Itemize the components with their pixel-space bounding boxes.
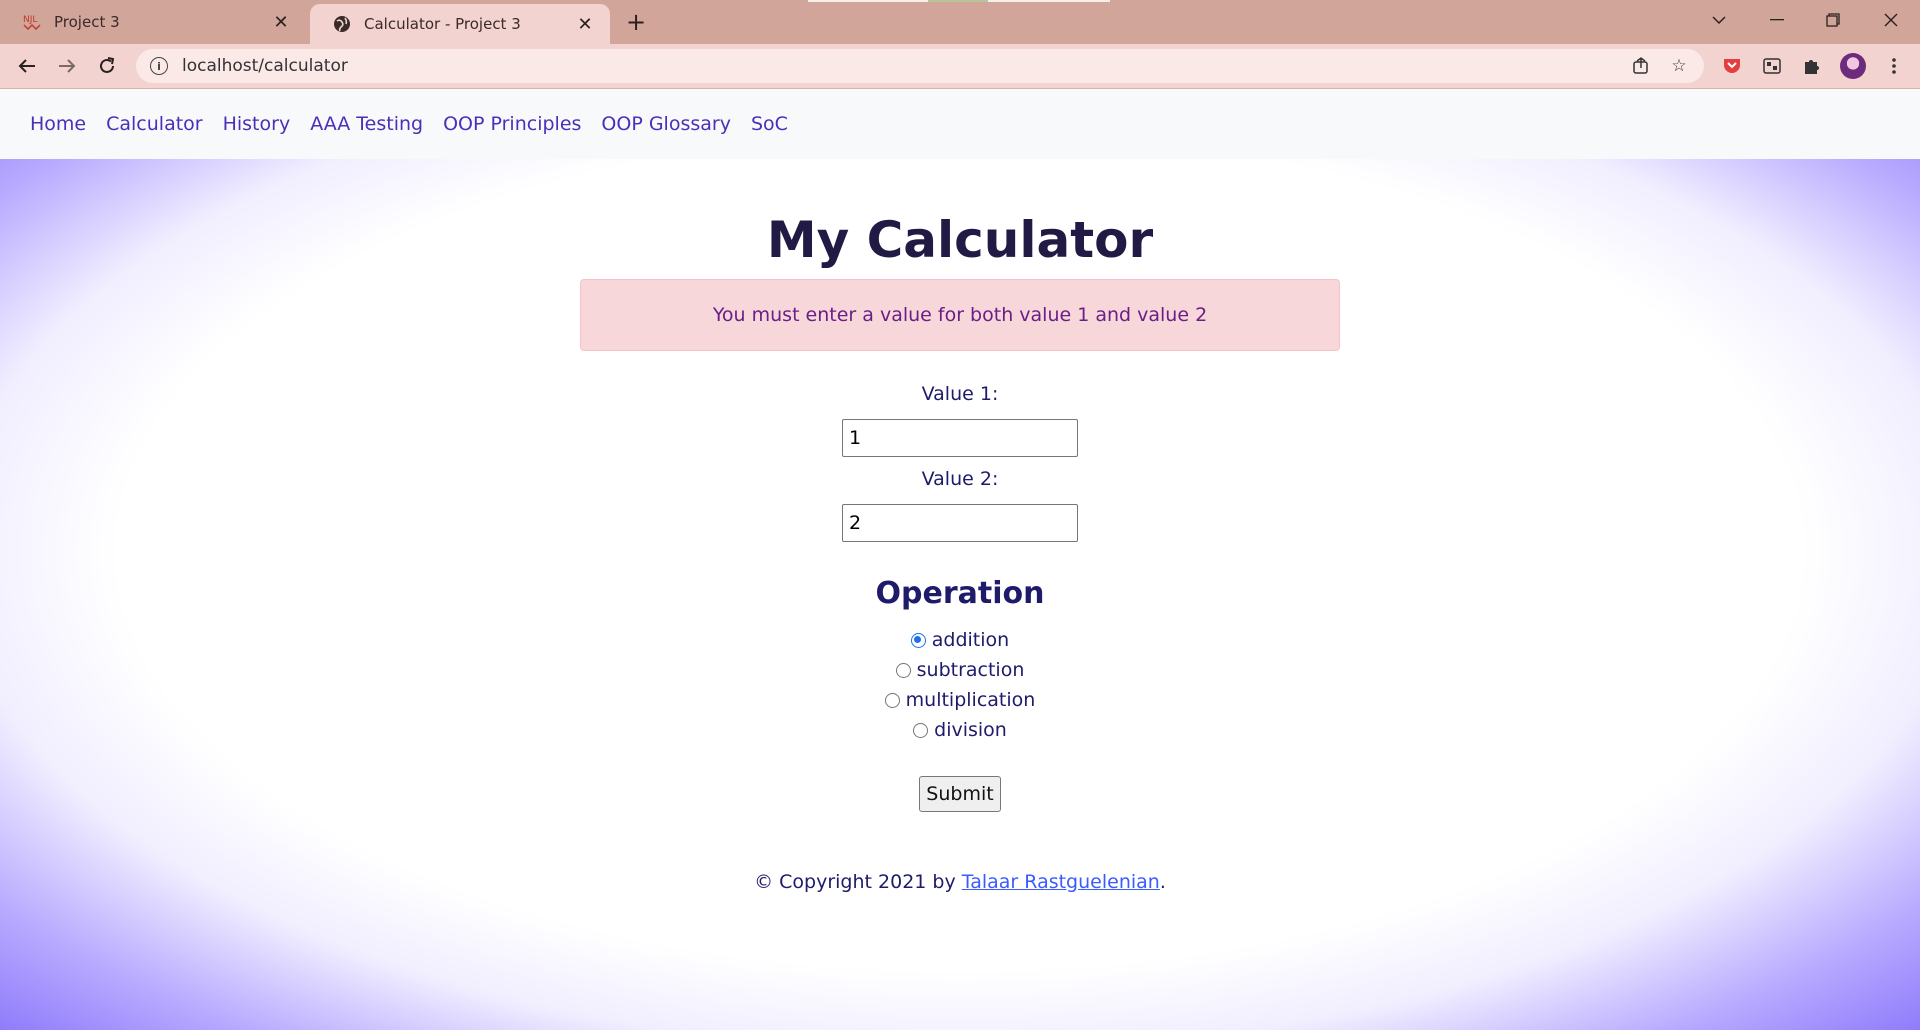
- project-favicon-icon: NJL: [22, 12, 42, 32]
- radio-option-subtraction[interactable]: subtraction: [0, 659, 1920, 681]
- close-window-icon[interactable]: [1866, 0, 1916, 40]
- tab-close-icon[interactable]: ✕: [574, 13, 596, 35]
- error-message: You must enter a value for both value 1 …: [712, 304, 1208, 326]
- pocket-extension-icon[interactable]: [1720, 54, 1744, 78]
- nav-link-soc[interactable]: SoC: [751, 113, 788, 135]
- footer: © Copyright 2021 by Talaar Rastguelenian…: [0, 871, 1920, 893]
- svg-text:NJL: NJL: [23, 15, 37, 25]
- puzzle-extensions-icon[interactable]: [1800, 54, 1824, 78]
- value1-input[interactable]: [842, 419, 1078, 457]
- value1-label: Value 1:: [921, 383, 999, 405]
- forward-arrow-icon[interactable]: [52, 51, 82, 81]
- restore-icon[interactable]: [1808, 0, 1858, 40]
- more-menu-icon[interactable]: [1882, 54, 1906, 78]
- value2-label: Value 2:: [921, 468, 999, 490]
- reload-icon[interactable]: [92, 51, 122, 81]
- radio-label: addition: [931, 629, 1010, 651]
- new-tab-icon[interactable]: +: [622, 8, 650, 36]
- back-arrow-icon[interactable]: [12, 51, 42, 81]
- radio-division[interactable]: [913, 722, 929, 738]
- nav-link-history[interactable]: History: [223, 113, 291, 135]
- site-navbar: Home Calculator History AAA Testing OOP …: [0, 89, 1920, 159]
- site-info-icon[interactable]: i: [150, 57, 168, 75]
- tabstrip-highlight-accent: [928, 0, 988, 2]
- nav-link-calculator[interactable]: Calculator: [106, 113, 202, 135]
- browser-toolbar: i localhost/calculator ☆: [0, 44, 1920, 88]
- tab-close-icon[interactable]: ✕: [270, 11, 292, 33]
- address-bar[interactable]: i localhost/calculator ☆: [136, 49, 1704, 83]
- minimize-icon[interactable]: [1752, 0, 1802, 40]
- profile-avatar[interactable]: [1840, 53, 1866, 79]
- radio-option-multiplication[interactable]: multiplication: [0, 689, 1920, 711]
- error-alert: You must enter a value for both value 1 …: [580, 279, 1340, 351]
- tab-search-chevron-icon[interactable]: [1694, 0, 1744, 40]
- nav-link-oop-principles[interactable]: OOP Principles: [443, 113, 581, 135]
- radio-label: subtraction: [916, 659, 1025, 681]
- radio-label: multiplication: [905, 689, 1036, 711]
- radio-label: division: [934, 719, 1007, 741]
- globe-icon: [332, 14, 352, 34]
- tab-calculator[interactable]: Calculator - Project 3 ✕: [310, 4, 610, 44]
- radio-multiplication[interactable]: [884, 692, 900, 708]
- page-title: My Calculator: [766, 211, 1154, 269]
- radio-addition[interactable]: [910, 632, 926, 648]
- share-icon[interactable]: [1630, 55, 1652, 77]
- value2-input[interactable]: [842, 504, 1078, 542]
- footer-period: .: [1159, 871, 1166, 893]
- nav-link-home[interactable]: Home: [30, 113, 86, 135]
- author-link[interactable]: Talaar Rastguelenian: [962, 871, 1160, 893]
- tab-title: Calculator - Project 3: [364, 15, 521, 33]
- extension-grid-icon[interactable]: [1760, 54, 1784, 78]
- nav-link-aaa-testing[interactable]: AAA Testing: [310, 113, 423, 135]
- radio-subtraction[interactable]: [895, 662, 911, 678]
- tab-title: Project 3: [54, 13, 120, 31]
- radio-option-division[interactable]: division: [0, 719, 1920, 741]
- copyright-text: © Copyright 2021 by: [754, 871, 962, 893]
- operation-heading: Operation: [875, 576, 1045, 611]
- submit-button[interactable]: Submit: [919, 776, 1001, 812]
- address-url: localhost/calculator: [182, 56, 348, 76]
- nav-link-oop-glossary[interactable]: OOP Glossary: [601, 113, 731, 135]
- bookmark-star-icon[interactable]: ☆: [1668, 55, 1690, 77]
- radio-option-addition[interactable]: addition: [0, 629, 1920, 651]
- tab-project-3[interactable]: NJL Project 3 ✕: [0, 0, 306, 44]
- main-content: My Calculator You must enter a value for…: [0, 159, 1920, 1030]
- browser-tabstrip: NJL Project 3 ✕ Calculator - Project 3 ✕…: [0, 0, 1920, 44]
